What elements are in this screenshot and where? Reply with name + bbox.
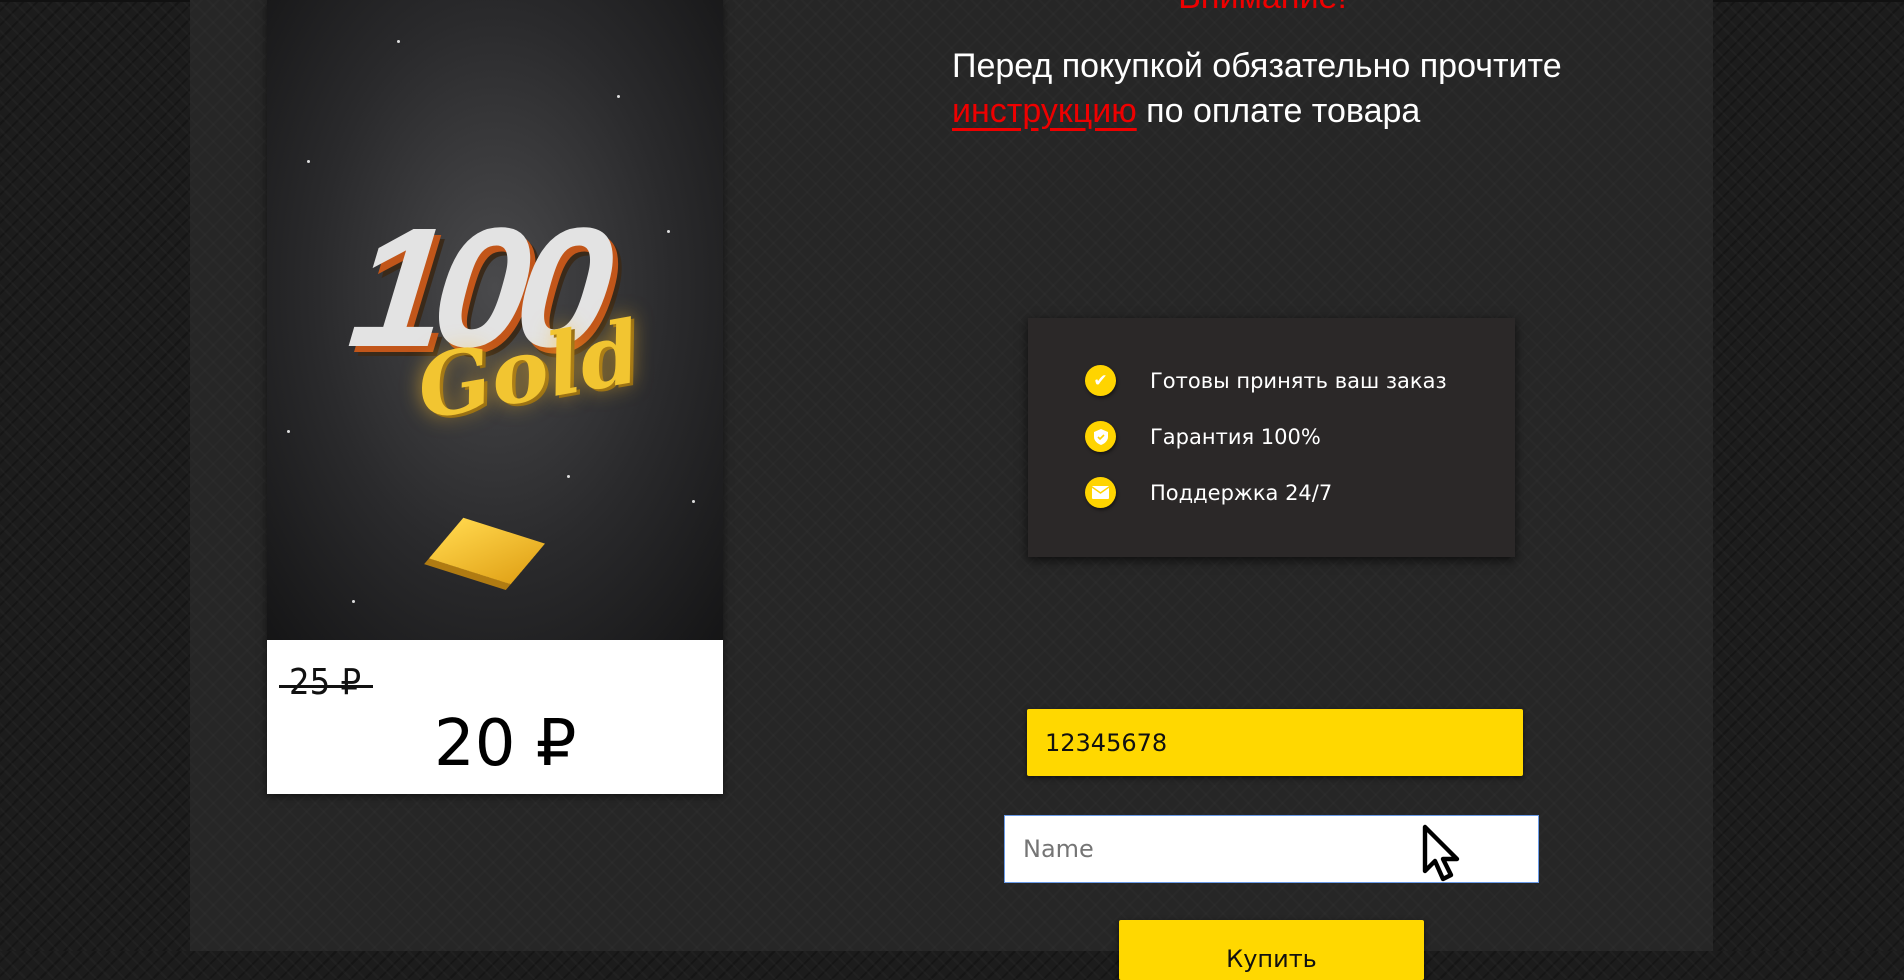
instruction-link[interactable]: инструкцию: [952, 92, 1137, 130]
notice-text-before: Перед покупкой обязательно прочтите: [952, 47, 1562, 85]
envelope-icon: [1085, 477, 1116, 508]
feature-label: Гарантия 100%: [1150, 424, 1321, 449]
feature-label: Готовы принять ваш заказ: [1150, 368, 1447, 393]
notice-text: Перед покупкой обязательно прочтите инст…: [952, 44, 1652, 134]
mouse-cursor-icon: [1422, 824, 1460, 882]
product-image: 100 Gold: [267, 0, 723, 640]
notice-text-after: по оплате товара: [1146, 92, 1421, 130]
current-price: 20 ₽: [434, 707, 577, 781]
gold-bar-graphic: [429, 517, 545, 585]
feature-item: Поддержка 24/7: [1085, 477, 1332, 508]
feature-item: ✔ Готовы принять ваш заказ: [1085, 365, 1447, 396]
id-input[interactable]: [1027, 709, 1523, 776]
buy-button[interactable]: Купить: [1119, 920, 1424, 980]
check-icon: ✔: [1085, 365, 1116, 396]
feature-label: Поддержка 24/7: [1150, 480, 1333, 505]
price-box: 25 ₽ 20 ₽: [267, 640, 723, 794]
shield-icon: [1085, 421, 1116, 452]
warning-heading: Внимание!: [1000, 0, 1525, 17]
features-box: ✔ Готовы принять ваш заказ Гарантия 100%…: [1028, 318, 1515, 557]
feature-item: Гарантия 100%: [1085, 421, 1321, 452]
old-price: 25 ₽: [278, 662, 374, 703]
product-card[interactable]: 100 Gold 25 ₽ 20 ₽: [267, 0, 723, 794]
